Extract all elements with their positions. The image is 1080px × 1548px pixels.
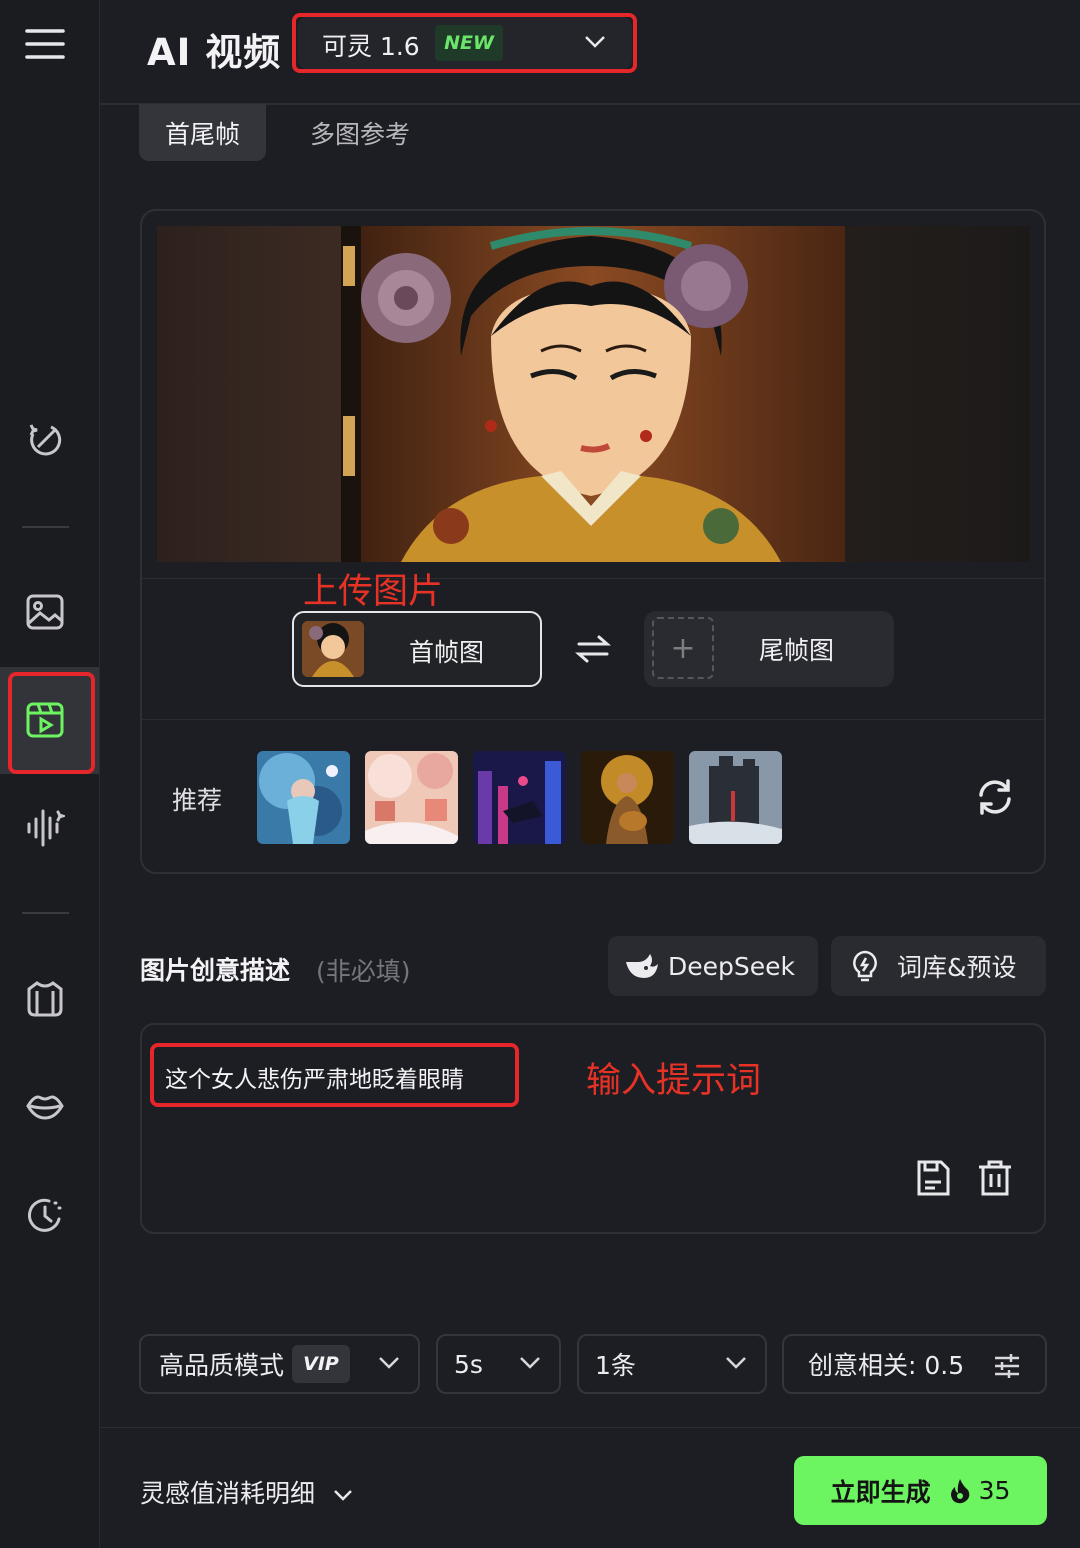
sidebar-divider [22, 526, 69, 528]
library-presets-button[interactable]: 词库&预设 [831, 936, 1046, 996]
refresh-icon[interactable] [975, 777, 1015, 817]
lips-icon[interactable] [23, 1084, 67, 1128]
magic-edit-icon[interactable] [23, 418, 67, 462]
dark-tower-thumb[interactable] [689, 751, 782, 844]
count-select[interactable]: 1条 [577, 1334, 767, 1394]
vip-badge: VIP [292, 1345, 351, 1383]
quality-mode-select[interactable]: 高品质模式 VIP [139, 1334, 420, 1394]
panel-divider [142, 578, 1044, 579]
first-frame-slot[interactable]: 首帧图 [292, 611, 542, 687]
add-last-frame-icon[interactable]: + [652, 617, 714, 679]
prompt-highlight-box [150, 1043, 519, 1107]
page-title: AI 视频 [147, 31, 282, 74]
history-icon[interactable] [23, 1193, 67, 1237]
chevron-down-icon [520, 1357, 540, 1369]
duration-value: 5s [454, 1349, 483, 1379]
guitar-woman-thumb[interactable] [581, 751, 674, 844]
recommend-label: 推荐 [172, 786, 223, 815]
deepseek-button[interactable]: DeepSeek [608, 936, 818, 996]
first-frame-label: 首帧图 [409, 638, 485, 667]
save-prompt-icon[interactable] [913, 1158, 953, 1198]
sidebar-divider [22, 912, 69, 914]
library-presets-label: 词库&预设 [897, 953, 1017, 982]
creativity-value: 创意相关: 0.5 [808, 1351, 965, 1380]
lightbulb-icon [853, 950, 877, 982]
tab-multi-image-reference[interactable]: 多图参考 [290, 104, 430, 161]
footer-divider [100, 1427, 1080, 1428]
candy-town-thumb[interactable] [365, 751, 458, 844]
menu-icon[interactable] [23, 22, 67, 66]
sidebar [0, 0, 100, 1548]
swap-frames-icon[interactable] [575, 634, 611, 664]
prompt-annotation: 输入提示词 [586, 1061, 762, 1101]
cyber-city-thumb[interactable] [473, 751, 566, 844]
generate-label: 立即生成 [830, 1477, 931, 1507]
preview-image [341, 226, 845, 562]
panel-divider [142, 719, 1044, 720]
image-preview [157, 226, 1030, 562]
generate-cost: 35 [978, 1476, 1011, 1505]
cost-details-label: 灵感值消耗明细 [140, 1479, 316, 1508]
chevron-down-icon [379, 1357, 399, 1369]
count-value: 1条 [595, 1351, 636, 1380]
sliders-icon [995, 1354, 1019, 1378]
upload-annotation: 上传图片 [303, 572, 444, 612]
cost-details-toggle[interactable]: 灵感值消耗明细 [140, 1474, 353, 1510]
tab-first-last-frame[interactable]: 首尾帧 [139, 104, 266, 161]
last-frame-slot[interactable]: + 尾帧图 [644, 611, 894, 687]
model-selector-highlight-box [292, 13, 637, 73]
video-icon-highlight-box [8, 672, 95, 774]
generate-button[interactable]: 立即生成 35 [794, 1456, 1047, 1525]
description-optional-label: (非必填) [316, 957, 411, 986]
deepseek-label: DeepSeek [668, 951, 795, 981]
duration-select[interactable]: 5s [436, 1334, 561, 1394]
chevron-down-icon [334, 1490, 352, 1501]
flame-icon [950, 1478, 969, 1503]
audio-wave-icon[interactable] [23, 806, 67, 850]
delete-prompt-icon[interactable] [975, 1158, 1015, 1198]
first-frame-thumbnail [302, 621, 364, 677]
creativity-setting[interactable]: 创意相关: 0.5 [782, 1334, 1047, 1394]
chevron-down-icon [726, 1357, 746, 1369]
shirt-icon[interactable] [23, 977, 67, 1021]
deepseek-whale-icon [626, 954, 658, 978]
quality-mode-label: 高品质模式 [159, 1351, 285, 1380]
description-title: 图片创意描述 [140, 956, 291, 985]
mermaid-thumb[interactable] [257, 751, 350, 844]
image-icon[interactable] [23, 590, 67, 634]
last-frame-label: 尾帧图 [759, 636, 835, 665]
